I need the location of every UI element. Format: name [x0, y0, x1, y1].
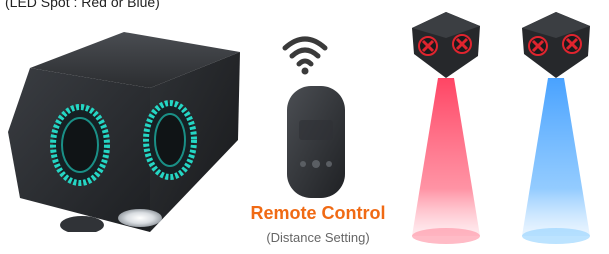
remote-control-title: Remote Control: [250, 203, 386, 223]
distance-setting-subtitle: (Distance Setting): [266, 230, 370, 245]
led-device-image: [8, 32, 240, 232]
blue-spot-device: [522, 12, 590, 244]
red-spot-device: [412, 12, 480, 244]
product-stage: (LED Spot : Red or Blue) Remote Control …: [0, 0, 609, 254]
wifi-icon: [282, 36, 328, 75]
led-spot-note: (LED Spot : Red or Blue): [5, 0, 160, 10]
remote-control-icon: [287, 86, 345, 198]
